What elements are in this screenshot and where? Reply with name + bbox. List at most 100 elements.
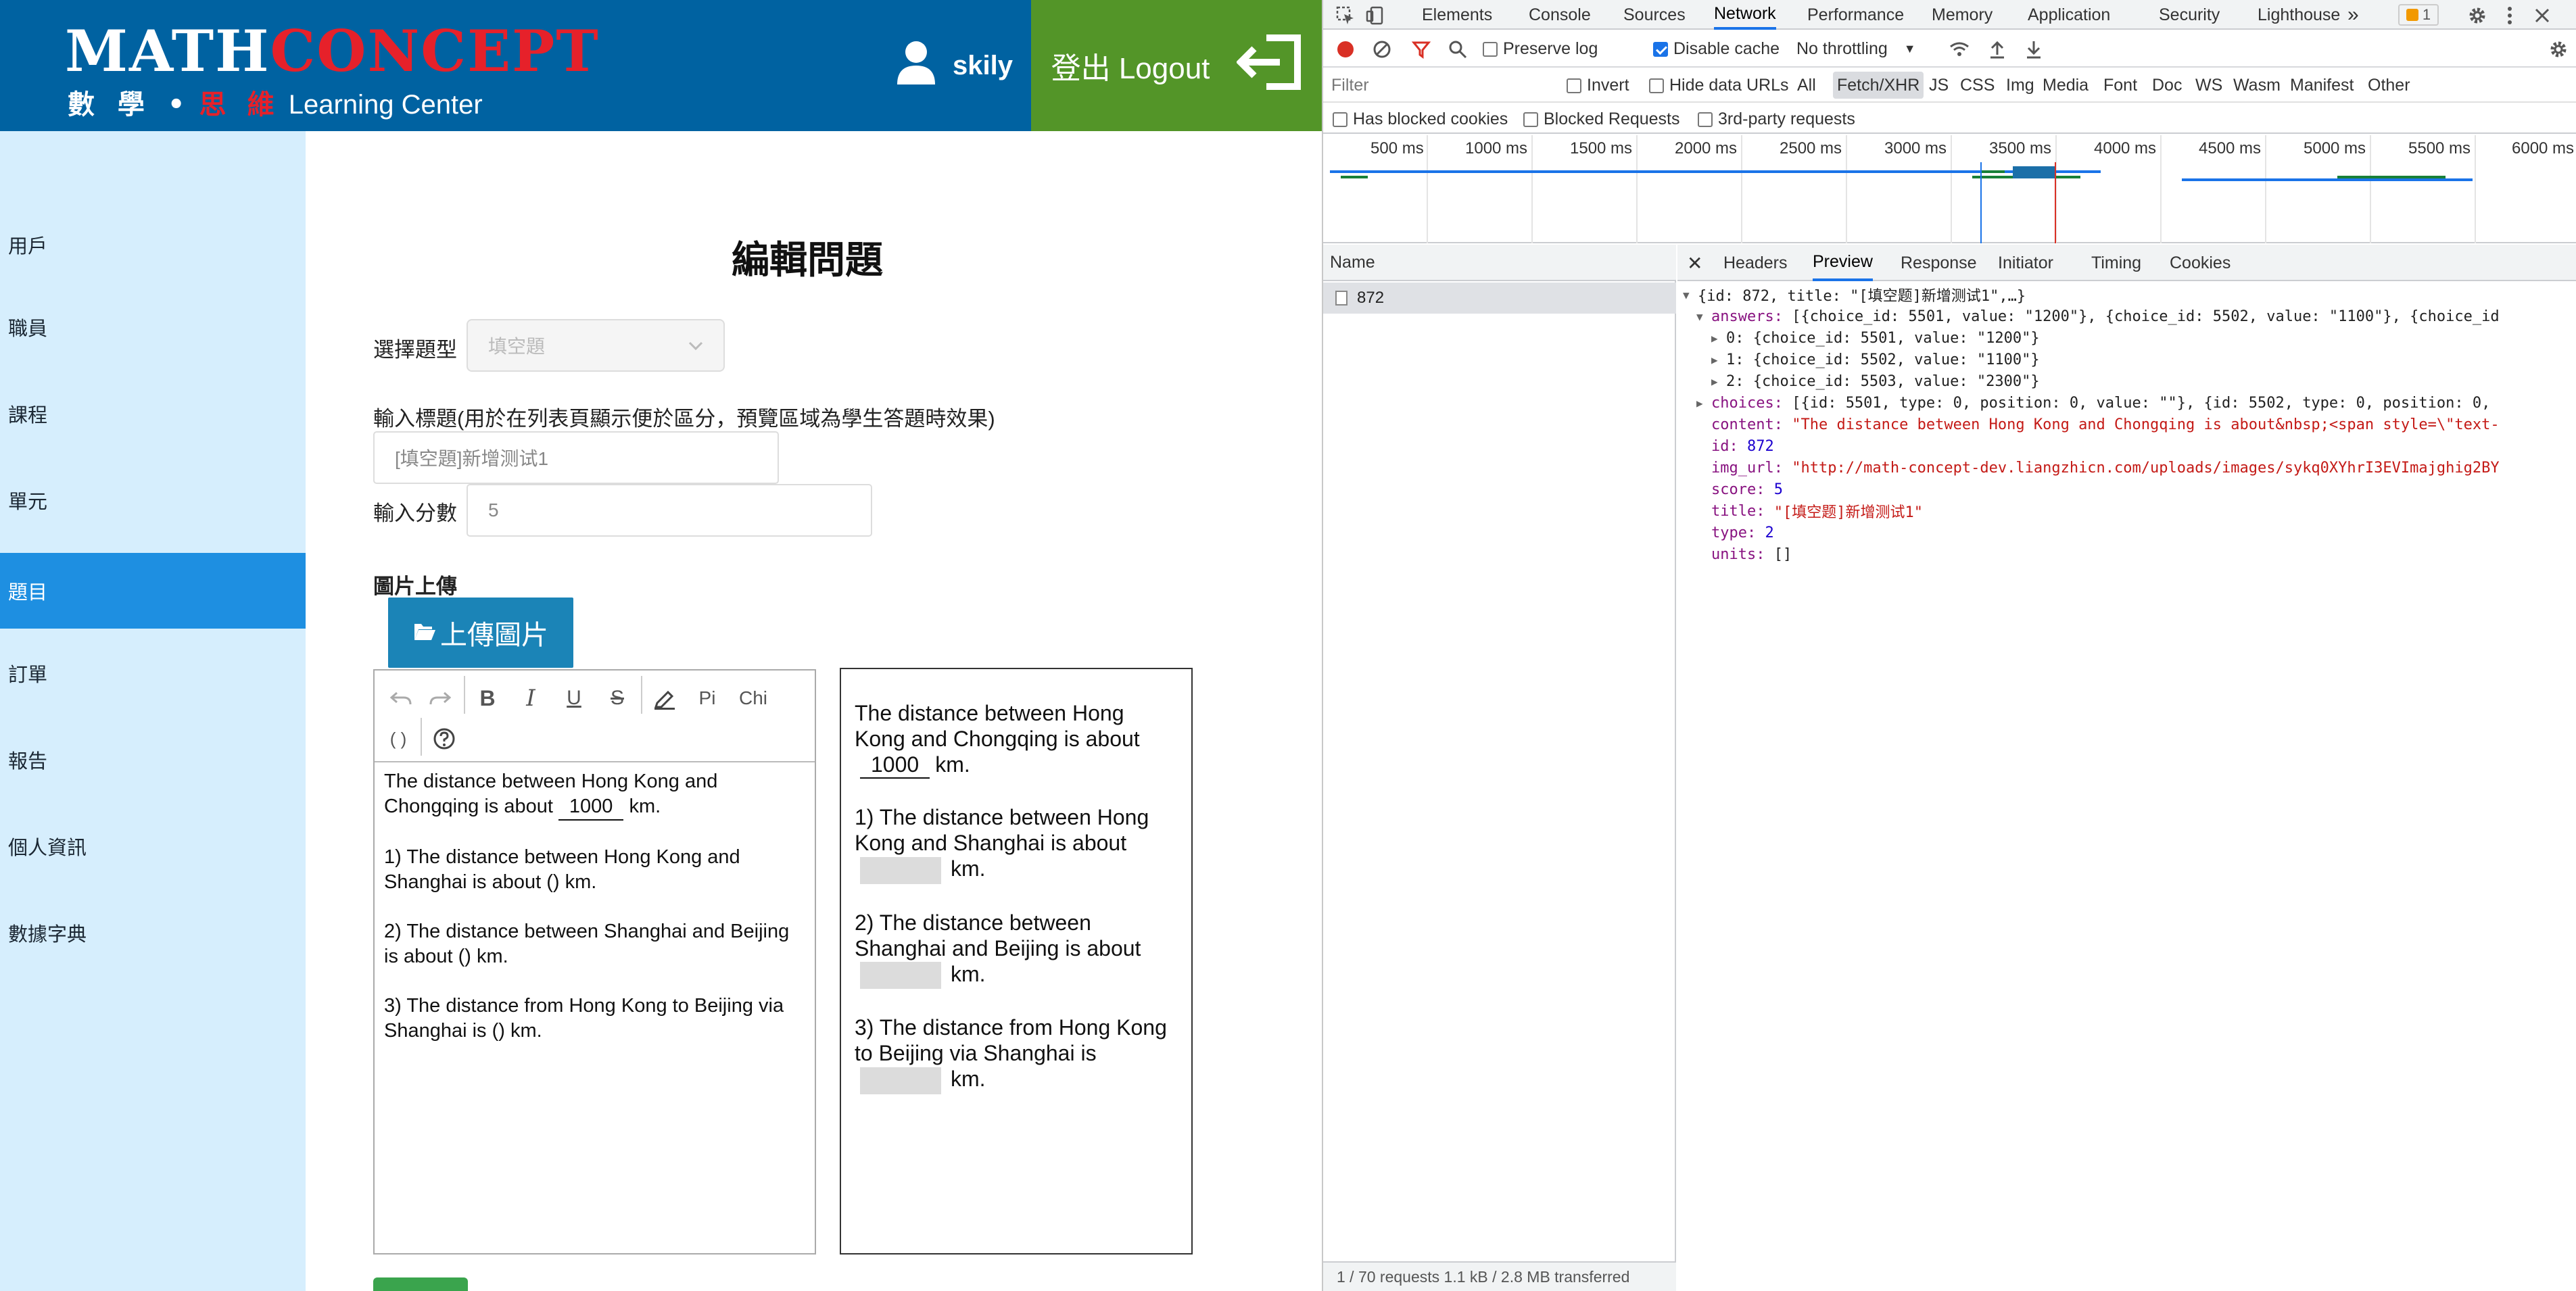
logo-word-math: MATH <box>65 18 270 84</box>
filter-funnel-icon[interactable] <box>1410 38 1433 61</box>
italic-icon[interactable]: I <box>514 680 548 716</box>
tab-preview[interactable]: Preview <box>1813 245 1873 281</box>
clear-icon[interactable] <box>1370 38 1393 61</box>
strikethrough-icon[interactable]: S <box>600 680 634 716</box>
tab-network[interactable]: Network <box>1714 0 1776 30</box>
filter-type-img[interactable]: Img <box>2006 68 2034 103</box>
search-icon[interactable] <box>1446 38 1469 61</box>
tab-headers[interactable]: Headers <box>1723 245 1788 281</box>
pi-button[interactable]: Pi <box>690 680 725 716</box>
logout-button[interactable]: 登出 Logout <box>1031 0 1322 131</box>
redo-icon[interactable] <box>423 680 457 716</box>
tab-timing[interactable]: Timing <box>2091 245 2141 281</box>
sidebar-item-courses[interactable]: 課程 <box>0 376 306 452</box>
settings-gear-icon[interactable] <box>2466 4 2489 27</box>
logo-word-concept: CONCEPT <box>270 18 600 84</box>
network-timeline-overview[interactable]: 500 ms 1000 ms 1500 ms 2000 ms 2500 ms 3… <box>1323 135 2576 243</box>
sidebar-item-questions[interactable]: 題目 <box>0 553 306 629</box>
record-icon[interactable] <box>1334 38 1357 61</box>
filter-type-js[interactable]: JS <box>1929 68 1949 103</box>
preview-answer-box[interactable] <box>860 1067 941 1094</box>
export-har-icon[interactable] <box>2022 38 2045 61</box>
preserve-log-checkbox[interactable]: Preserve log <box>1483 39 1598 59</box>
sidebar-item-reports[interactable]: 報告 <box>0 722 306 798</box>
tab-console[interactable]: Console <box>1529 0 1591 30</box>
preview-unit: km. <box>951 1067 986 1092</box>
preview-question-2: 2) The distance between Shanghai and Bei… <box>855 910 1141 960</box>
blocked-requests-checkbox[interactable]: Blocked Requests <box>1523 109 1680 129</box>
filter-type-wasm[interactable]: Wasm <box>2233 68 2281 103</box>
user-info[interactable]: skily <box>896 35 1013 96</box>
device-toolbar-icon[interactable] <box>1364 4 1387 27</box>
tab-security[interactable]: Security <box>2159 0 2220 30</box>
issues-badge[interactable]: 1 <box>2398 4 2439 26</box>
filter-type-css[interactable]: CSS <box>1960 68 1995 103</box>
preview-answer-box[interactable] <box>860 962 941 990</box>
more-tabs-button[interactable]: » <box>2347 0 2359 30</box>
tab-response[interactable]: Response <box>1901 245 1977 281</box>
inspect-element-icon[interactable] <box>1334 4 1357 27</box>
json-answers[interactable]: ▼ answers: [{choice_id: 5501, value: "120… <box>1696 306 2500 327</box>
filter-type-ws[interactable]: WS <box>2195 68 2222 103</box>
math-concept-logo[interactable]: MATHCONCEPT 數 學 • 思 維 Learning Center <box>65 18 598 121</box>
sidebar-item-units[interactable]: 單元 <box>0 462 306 538</box>
title-input[interactable]: [填空題]新增测试1 <box>373 431 779 484</box>
filter-type-all[interactable]: All <box>1797 68 1816 103</box>
timeline-tick-label: 500 ms <box>1370 139 1424 157</box>
json-answer-2[interactable]: ▶ 2: {choice_id: 5503, value: "2300"} <box>1711 370 2040 392</box>
logout-icon <box>1236 34 1302 98</box>
close-detail-icon[interactable]: ✕ <box>1687 245 1702 281</box>
question-type-select[interactable]: 填空題 <box>467 319 725 372</box>
tab-cookies[interactable]: Cookies <box>2170 245 2231 281</box>
third-party-requests-checkbox[interactable]: 3rd-party requests <box>1698 109 1855 129</box>
disable-cache-checkbox[interactable]: Disable cache <box>1653 39 1780 59</box>
filter-input[interactable]: Filter <box>1331 73 1548 97</box>
tab-lighthouse[interactable]: Lighthouse <box>2258 0 2340 30</box>
kebab-menu-icon[interactable] <box>2498 4 2521 27</box>
help-icon[interactable] <box>427 721 461 757</box>
filter-type-fetch-xhr[interactable]: Fetch/XHR <box>1833 72 1924 99</box>
filter-type-doc[interactable]: Doc <box>2152 68 2182 103</box>
close-devtools-icon[interactable] <box>2531 4 2554 27</box>
filter-type-other[interactable]: Other <box>2368 68 2410 103</box>
chi-button[interactable]: Chi <box>733 680 773 716</box>
undo-icon[interactable] <box>384 680 418 716</box>
json-answer-1[interactable]: ▶ 1: {choice_id: 5502, value: "1100"} <box>1711 349 2040 370</box>
filter-type-media[interactable]: Media <box>2043 68 2089 103</box>
invert-checkbox[interactable]: Invert <box>1567 76 1629 95</box>
sidebar-item-users[interactable]: 用戶 <box>0 207 306 283</box>
hide-data-urls-checkbox[interactable]: Hide data URLs <box>1649 76 1788 95</box>
tab-sources[interactable]: Sources <box>1623 0 1686 30</box>
highlight-pen-icon[interactable] <box>648 680 682 716</box>
json-choices[interactable]: ▶ choices: [{id: 5501, type: 0, position:… <box>1696 392 2490 414</box>
import-har-icon[interactable] <box>1986 38 2009 61</box>
score-input[interactable]: 5 <box>467 484 872 537</box>
bold-icon[interactable]: B <box>471 680 504 716</box>
filter-type-font[interactable]: Font <box>2103 68 2137 103</box>
network-settings-gear-icon[interactable] <box>2547 38 2570 61</box>
parentheses-button[interactable]: ( ) <box>381 721 415 757</box>
throttling-select[interactable]: No throttling ▼ <box>1796 39 1916 59</box>
json-answer-0[interactable]: ▶ 0: {choice_id: 5501, value: "1200"} <box>1711 327 2040 349</box>
underline-icon[interactable]: U <box>557 680 591 716</box>
logout-label: 登出 Logout <box>1051 52 1210 85</box>
has-blocked-cookies-checkbox[interactable]: Has blocked cookies <box>1333 109 1508 129</box>
request-row[interactable]: 872 <box>1323 283 1676 314</box>
sidebar-item-staff[interactable]: 職員 <box>0 289 306 365</box>
network-conditions-icon[interactable] <box>1948 38 1971 61</box>
filter-type-manifest[interactable]: Manifest <box>2290 68 2354 103</box>
save-button[interactable] <box>373 1277 468 1291</box>
sidebar-item-orders[interactable]: 訂單 <box>0 635 306 711</box>
preview-answer-box[interactable] <box>860 856 941 884</box>
editor-content[interactable]: The distance between Hong Kong and Chong… <box>384 769 807 1068</box>
tab-initiator[interactable]: Initiator <box>1998 245 2053 281</box>
json-root[interactable]: ▼ {id: 872, title: "[填空题]新增测试1",…} <box>1683 284 2026 306</box>
upload-image-button[interactable]: 上傳圖片 <box>388 598 573 668</box>
sidebar-item-profile[interactable]: 個人資訊 <box>0 808 306 884</box>
tab-memory[interactable]: Memory <box>1932 0 1993 30</box>
tab-performance[interactable]: Performance <box>1807 0 1904 30</box>
tab-application[interactable]: Application <box>2028 0 2110 30</box>
tab-elements[interactable]: Elements <box>1422 0 1492 30</box>
name-column-header[interactable]: Name <box>1323 245 1676 281</box>
sidebar-item-dictionary[interactable]: 數據字典 <box>0 895 306 971</box>
